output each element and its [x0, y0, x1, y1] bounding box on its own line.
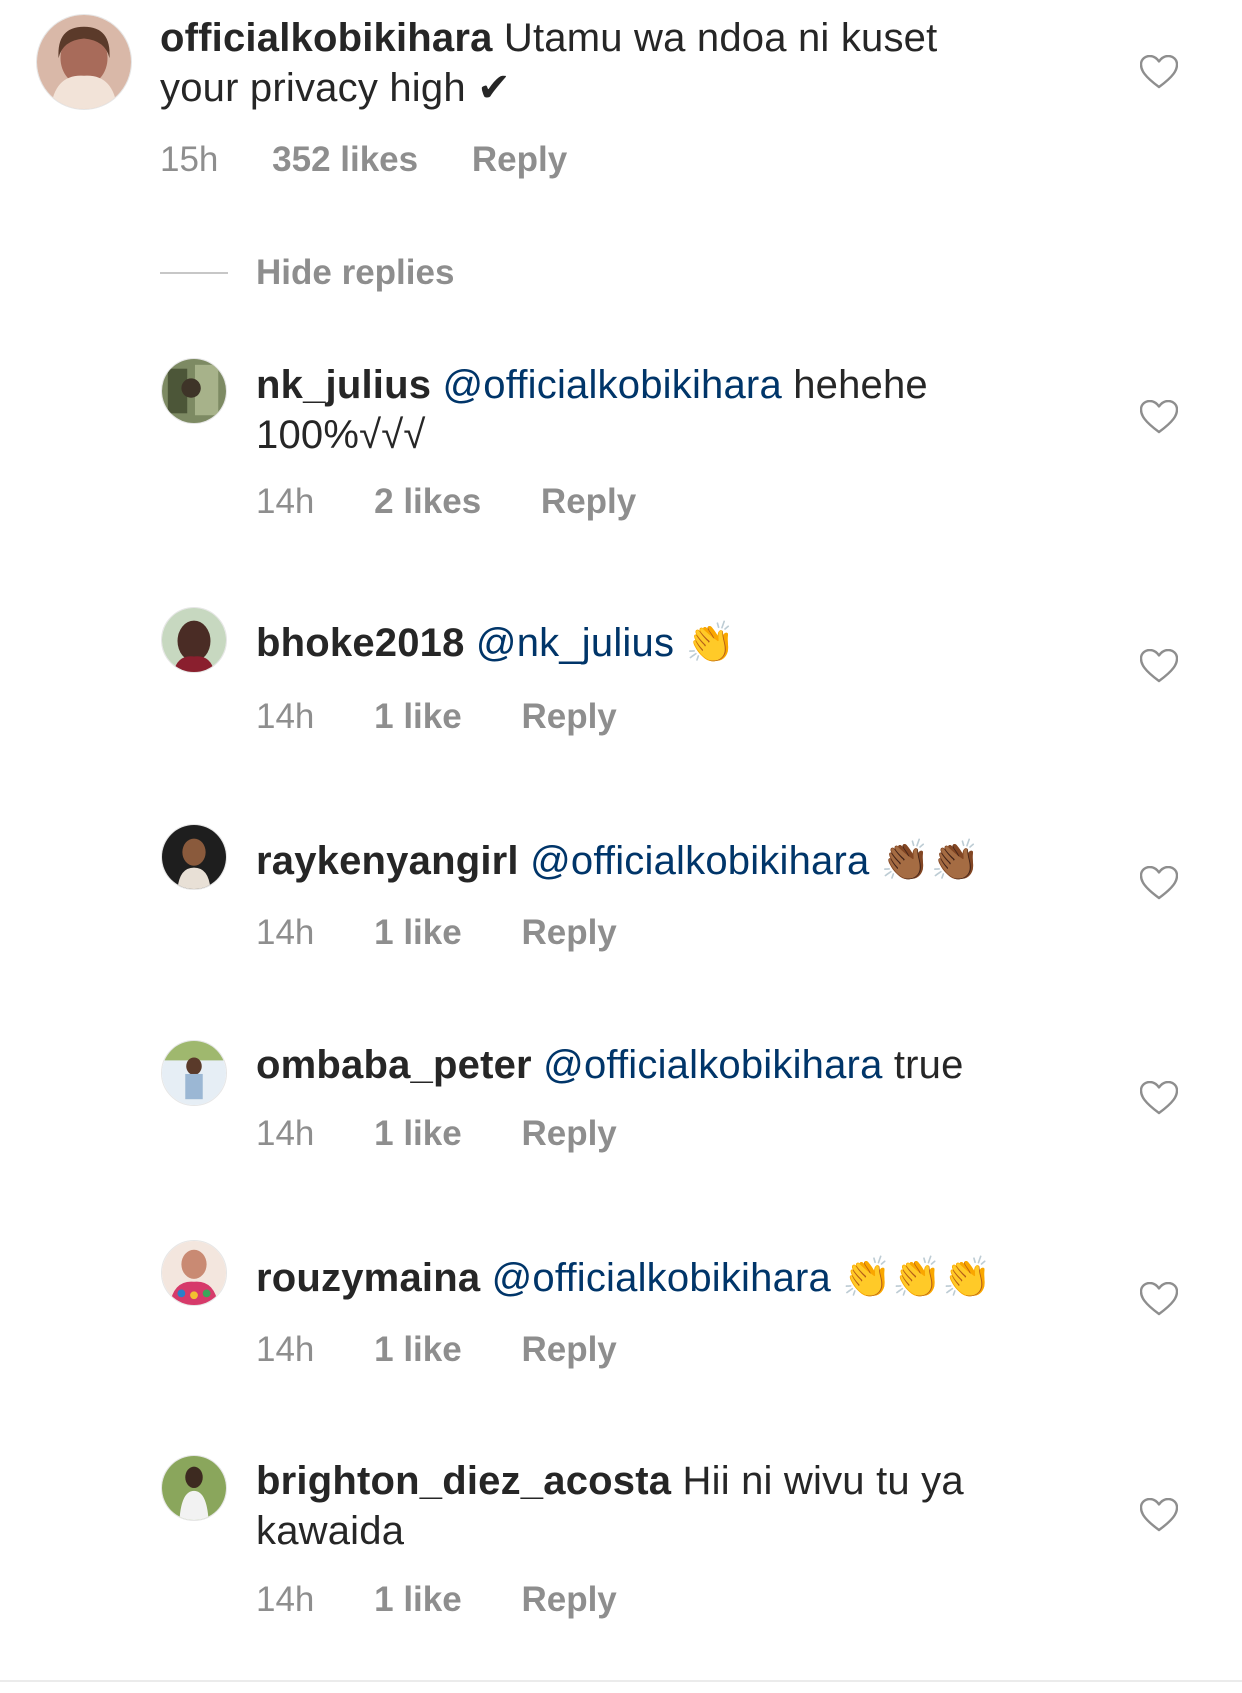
reply-button[interactable]: Reply — [521, 1114, 616, 1154]
avatar[interactable] — [161, 358, 227, 424]
avatar[interactable] — [161, 607, 227, 673]
mention-link[interactable]: @officialkobikihara — [519, 839, 870, 883]
comment-meta: 14h 1 like Reply — [256, 1114, 617, 1154]
likes-count[interactable]: 1 like — [374, 1330, 462, 1370]
like-heart-icon[interactable] — [1140, 1498, 1178, 1532]
reply-button[interactable]: Reply — [472, 140, 567, 180]
comment-text: bhoke2018 @nk_julius 👏 — [256, 618, 1016, 668]
comment-meta: 14h 1 like Reply — [256, 1580, 617, 1620]
comment-text: rouzymaina @officialkobikihara 👏👏👏 — [256, 1253, 1076, 1303]
clapping-hands-emoji: 👏👏👏 — [831, 1256, 993, 1300]
mention-link[interactable]: @officialkobikihara — [431, 363, 782, 407]
profile-photo-icon — [162, 1041, 226, 1105]
comment-text: ombaba_peter @officialkobikihara true — [256, 1040, 1056, 1090]
username-link[interactable]: nk_julius — [256, 363, 431, 407]
username-link[interactable]: brighton_diez_acosta — [256, 1459, 671, 1503]
profile-photo-icon — [37, 15, 131, 109]
avatar[interactable] — [161, 1455, 227, 1521]
hide-replies-label[interactable]: Hide replies — [256, 248, 454, 298]
like-heart-icon[interactable] — [1140, 649, 1178, 683]
timestamp: 14h — [256, 1330, 315, 1369]
comment-text: officialkobikihara Utamu wa ndoa ni kuse… — [160, 13, 1020, 113]
timestamp: 14h — [256, 697, 315, 736]
timestamp: 14h — [256, 913, 315, 952]
likes-count[interactable]: 1 like — [374, 1580, 462, 1620]
profile-photo-icon — [162, 1241, 226, 1305]
username-link[interactable]: raykenyangirl — [256, 839, 519, 883]
comment-meta: 15h 352 likes Reply — [160, 140, 567, 180]
username-link[interactable]: ombaba_peter — [256, 1043, 532, 1087]
comment-body: true — [882, 1043, 964, 1087]
comment-meta: 14h 1 like Reply — [256, 913, 617, 953]
comment-meta: 14h 1 like Reply — [256, 1330, 617, 1370]
reply-button[interactable]: Reply — [521, 1580, 616, 1620]
reply-button[interactable]: Reply — [521, 697, 616, 737]
likes-count[interactable]: 352 likes — [272, 140, 418, 180]
reply-button[interactable]: Reply — [521, 1330, 616, 1370]
likes-count[interactable]: 1 like — [374, 1114, 462, 1154]
username-link[interactable]: rouzymaina — [256, 1256, 480, 1300]
like-heart-icon[interactable] — [1140, 1081, 1178, 1115]
comment-text: nk_julius @officialkobikihara hehehe 100… — [256, 360, 1016, 460]
username-link[interactable]: bhoke2018 — [256, 621, 465, 665]
clapping-hands-emoji: 👏 — [674, 621, 736, 665]
timestamp: 14h — [256, 482, 315, 521]
comment-text: raykenyangirl @officialkobikihara 👏🏾👏🏾 — [256, 836, 1056, 886]
mention-link[interactable]: @officialkobikihara — [532, 1043, 883, 1087]
avatar[interactable] — [161, 1040, 227, 1106]
profile-photo-icon — [162, 1456, 226, 1520]
comment-meta: 14h 2 likes Reply — [256, 482, 636, 522]
like-heart-icon[interactable] — [1140, 1282, 1178, 1316]
divider — [160, 272, 228, 274]
timestamp: 14h — [256, 1580, 315, 1619]
profile-photo-icon — [162, 825, 226, 889]
avatar[interactable] — [161, 824, 227, 890]
profile-photo-icon — [162, 608, 226, 672]
comment-meta: 14h 1 like Reply — [256, 697, 617, 737]
like-heart-icon[interactable] — [1140, 55, 1178, 89]
divider — [0, 1680, 1242, 1682]
mention-link[interactable]: @nk_julius — [465, 621, 675, 665]
mention-link[interactable]: @officialkobikihara — [480, 1256, 831, 1300]
avatar[interactable] — [161, 1240, 227, 1306]
timestamp: 14h — [256, 1114, 315, 1153]
reply-button[interactable]: Reply — [521, 913, 616, 953]
avatar[interactable] — [36, 14, 132, 110]
likes-count[interactable]: 1 like — [374, 913, 462, 953]
comment-text: brighton_diez_acosta Hii ni wivu tu ya k… — [256, 1456, 1036, 1556]
reply-button[interactable]: Reply — [541, 482, 636, 522]
clapping-hands-emoji: 👏🏾👏🏾 — [869, 839, 981, 883]
timestamp: 15h — [160, 140, 219, 179]
like-heart-icon[interactable] — [1140, 400, 1178, 434]
username-link[interactable]: officialkobikihara — [160, 16, 493, 60]
profile-photo-icon — [162, 359, 226, 423]
likes-count[interactable]: 1 like — [374, 697, 462, 737]
like-heart-icon[interactable] — [1140, 866, 1178, 900]
likes-count[interactable]: 2 likes — [374, 482, 481, 522]
